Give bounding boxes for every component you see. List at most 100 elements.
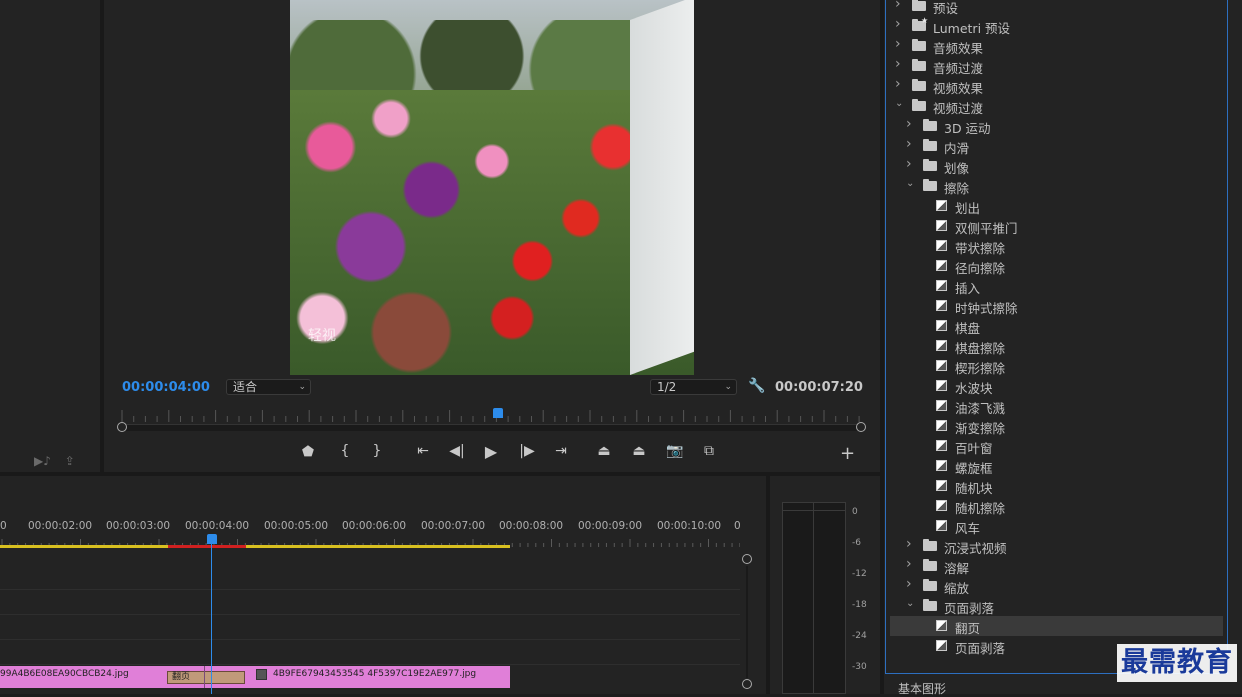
effect-item[interactable]: 螺旋框 — [890, 456, 1223, 476]
chevron-down-icon[interactable]: ⌄ — [906, 178, 914, 189]
playback-resolution-dropdown[interactable]: 1/2 ⌄ — [650, 379, 737, 395]
current-timecode[interactable]: 00:00:04:00 — [122, 380, 210, 395]
effect-item[interactable]: 双侧平推门 — [890, 216, 1223, 236]
effect-folder[interactable]: › 音频过渡 — [890, 56, 1223, 76]
effect-item[interactable]: 带状擦除 — [890, 236, 1223, 256]
chevron-right-icon[interactable]: › — [906, 156, 912, 172]
step-forward-button[interactable]: |▶ — [516, 443, 538, 459]
transition-effect-icon — [936, 340, 947, 351]
effect-item[interactable]: 随机块 — [890, 476, 1223, 496]
timeline-vertical-scrollbar[interactable] — [746, 566, 748, 678]
program-time-ruler[interactable] — [116, 404, 866, 424]
tree-item-label: 百叶窗 — [955, 441, 993, 456]
scrub-end-handle[interactable] — [856, 422, 866, 432]
effect-folder[interactable]: › 3D 运动 — [890, 116, 1223, 136]
effect-folder[interactable]: › 预设 — [890, 0, 1223, 16]
button-editor-add-icon[interactable]: + — [840, 443, 855, 464]
scroll-top-handle[interactable] — [742, 554, 752, 564]
tree-item-label: 渐变擦除 — [955, 421, 1006, 436]
chevron-right-icon[interactable]: › — [895, 0, 901, 12]
tree-item-label: 视频过渡 — [933, 101, 984, 116]
export-frame-icon[interactable]: ⇪ — [65, 454, 75, 468]
effect-folder[interactable]: › 视频效果 — [890, 76, 1223, 96]
fit-dropdown[interactable]: 适合 ⌄ — [226, 379, 311, 395]
lift-button[interactable]: ⏏ — [593, 443, 615, 459]
chevron-right-icon[interactable]: › — [895, 76, 901, 92]
timeline-ruler-label: 00:00:05:00 — [264, 520, 329, 532]
effect-item[interactable]: 划出 — [890, 196, 1223, 216]
effect-folder[interactable]: › 音频效果 — [890, 36, 1223, 56]
settings-wrench-icon[interactable]: 🔧 — [748, 378, 765, 394]
effect-item[interactable]: 棋盘擦除 — [890, 336, 1223, 356]
scroll-bottom-handle[interactable] — [742, 679, 752, 689]
chevron-down-icon[interactable]: ⌄ — [895, 98, 903, 109]
tree-item-label: 视频效果 — [933, 81, 984, 96]
page-turn-transition[interactable]: 翻页 — [167, 671, 245, 684]
effect-folder[interactable]: › 缩放 — [890, 576, 1223, 596]
effect-item[interactable]: 风车 — [890, 516, 1223, 536]
track-separator — [0, 639, 740, 640]
comparison-view-button[interactable]: ⧉ — [698, 443, 720, 459]
play-button[interactable]: ▶ — [480, 442, 502, 461]
effect-folder[interactable]: › ★ Lumetri 预设 — [890, 16, 1223, 36]
program-scrub-bar[interactable] — [122, 424, 862, 431]
transition-effect-icon — [936, 260, 947, 271]
effect-item[interactable]: 油漆飞溅 — [890, 396, 1223, 416]
chevron-right-icon[interactable]: › — [906, 556, 912, 572]
tree-item-label: 径向擦除 — [955, 261, 1006, 276]
effect-folder[interactable]: ⌄ 页面剥落 — [890, 596, 1223, 616]
chevron-right-icon[interactable]: › — [906, 116, 912, 132]
effect-item[interactable]: 径向擦除 — [890, 256, 1223, 276]
folder-icon — [923, 159, 937, 171]
effect-item[interactable]: 水波块 — [890, 376, 1223, 396]
insert-audio-icon[interactable]: ▶♪ — [34, 454, 51, 468]
video-watermark: 轻视 — [308, 328, 336, 344]
tree-item-label: 棋盘 — [955, 321, 981, 336]
extract-button[interactable]: ⏏ — [628, 443, 650, 459]
effect-folder[interactable]: ⌄ 擦除 — [890, 176, 1223, 196]
tree-item-label: 内滑 — [944, 141, 970, 156]
chevron-right-icon[interactable]: › — [895, 16, 901, 32]
go-to-in-button[interactable]: ⇤ — [412, 443, 434, 459]
effect-item[interactable]: 渐变擦除 — [890, 416, 1223, 436]
scrub-start-handle[interactable] — [117, 422, 127, 432]
effect-item[interactable]: 百叶窗 — [890, 436, 1223, 456]
mark-in-button[interactable]: { — [334, 443, 356, 459]
effect-item[interactable]: 时钟式擦除 — [890, 296, 1223, 316]
effect-folder[interactable]: › 内滑 — [890, 136, 1223, 156]
clip-edit-point[interactable] — [204, 666, 205, 688]
effect-folder[interactable]: › 沉浸式视频 — [890, 536, 1223, 556]
chevron-right-icon[interactable]: › — [906, 136, 912, 152]
timeline-ruler-label: 00:00:08:00 — [499, 520, 564, 532]
effect-folder[interactable]: ⌄ 视频过渡 — [890, 96, 1223, 116]
effect-item[interactable]: 楔形擦除 — [890, 356, 1223, 376]
chevron-down-icon[interactable]: ⌄ — [906, 598, 914, 609]
timeline-playhead[interactable] — [207, 534, 217, 544]
effect-item[interactable]: 插入 — [890, 276, 1223, 296]
program-playhead[interactable] — [493, 408, 503, 418]
add-marker-button[interactable]: ⬟ — [297, 444, 319, 460]
step-back-button[interactable]: ◀| — [446, 443, 468, 459]
effect-folder[interactable]: › 划像 — [890, 156, 1223, 176]
effect-item[interactable]: 随机擦除 — [890, 496, 1223, 516]
audio-meter — [782, 502, 846, 694]
chevron-right-icon[interactable]: › — [895, 36, 901, 52]
folder-icon — [923, 599, 937, 611]
transition-effect-icon — [936, 300, 947, 311]
chevron-right-icon[interactable]: › — [895, 56, 901, 72]
chevron-right-icon[interactable]: › — [906, 576, 912, 592]
work-area-bar[interactable] — [0, 545, 510, 548]
effect-item[interactable]: 棋盘 — [890, 316, 1223, 336]
essential-graphics-tab[interactable]: 基本图形 — [898, 680, 946, 697]
program-video-frame: 轻视 — [290, 0, 694, 375]
meter-scale-label: 0 — [852, 507, 858, 517]
effect-item[interactable]: 翻页 — [890, 616, 1223, 636]
tree-item-label: 随机块 — [955, 481, 993, 496]
camera-icon[interactable]: 📷 — [664, 443, 686, 459]
track-separator — [0, 614, 740, 615]
effect-folder[interactable]: › 溶解 — [890, 556, 1223, 576]
chevron-right-icon[interactable]: › — [906, 536, 912, 552]
mark-out-button[interactable]: } — [366, 443, 388, 459]
go-to-out-button[interactable]: ⇥ — [550, 443, 572, 459]
transition-effect-icon — [936, 440, 947, 451]
